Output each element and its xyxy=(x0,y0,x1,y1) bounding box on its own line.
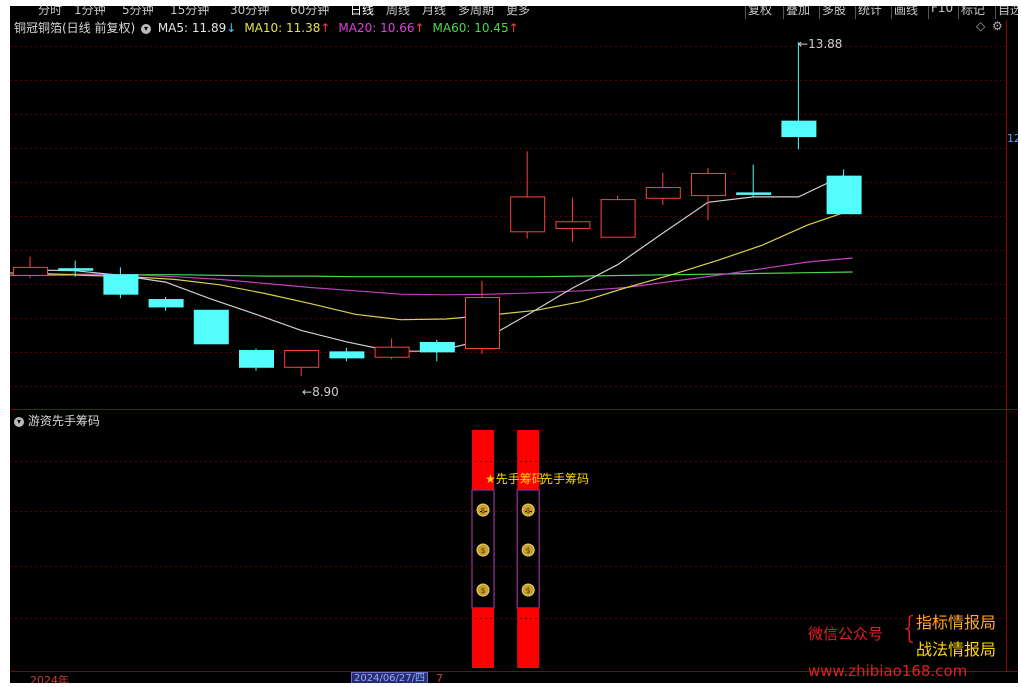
extra-axis-label: 7 xyxy=(436,672,443,683)
candle-up[interactable] xyxy=(691,168,726,221)
candle-down[interactable] xyxy=(239,348,274,371)
high-price-value: 13.88 xyxy=(808,37,843,51)
money-bag-icon-glyph: $ xyxy=(480,546,485,555)
candle-up[interactable] xyxy=(600,195,636,238)
signal-bar[interactable]: $ $ $ xyxy=(471,430,495,668)
chart-canvas: $ $ $ $ $ $ xyxy=(10,20,1018,672)
candle-body xyxy=(284,350,320,368)
candle-body xyxy=(645,187,681,199)
candle-down[interactable] xyxy=(148,296,184,311)
candle-up[interactable] xyxy=(645,172,681,205)
low-price-label: ←8.90 xyxy=(302,385,339,399)
candlesticks xyxy=(13,42,862,376)
moving-average-lines xyxy=(10,174,853,352)
signal-bottom-block xyxy=(472,608,494,668)
candle-body xyxy=(826,175,862,215)
signal-bottom-block xyxy=(517,608,540,668)
candle-body xyxy=(13,266,48,276)
watermark-line2: 战法情报局 xyxy=(916,640,997,659)
price-grid xyxy=(10,46,1006,387)
money-bag-icon-glyph: $ xyxy=(480,506,485,515)
watermark-label: 微信公众号 xyxy=(808,625,884,643)
candle-down[interactable] xyxy=(826,169,862,215)
candle-body xyxy=(600,199,636,238)
date-cursor-label: 2024/06/27/四 xyxy=(351,672,429,683)
ma-legend-item[interactable]: MA10: 11.38 xyxy=(244,21,320,35)
candle-body xyxy=(239,350,274,368)
arrow-up-icon: ↑ xyxy=(414,21,425,35)
candle-body xyxy=(465,297,500,350)
candle-body xyxy=(148,299,184,308)
right-edge-price: 12 xyxy=(1007,132,1018,145)
watermark-url: www.zhibiao168.com xyxy=(808,662,968,680)
candle-body xyxy=(736,192,772,195)
diamond-icon[interactable]: ◇ xyxy=(976,19,985,33)
ma-legend-item[interactable]: MA60: 10.45 xyxy=(433,21,509,35)
money-bag-icon-glyph: $ xyxy=(526,586,531,595)
ma-legend-item[interactable]: MA20: 10.66 xyxy=(338,21,414,35)
arrow-up-icon: ↑ xyxy=(320,21,331,35)
candle-body xyxy=(329,351,365,359)
money-bag-icon-glyph: $ xyxy=(526,546,531,555)
candle-body xyxy=(555,221,591,229)
signal-label-2: 先手筹码 xyxy=(541,472,590,486)
candle-up[interactable] xyxy=(284,350,320,376)
arrow-up-icon: ↑ xyxy=(508,21,519,35)
signal-bar[interactable]: $ $ $ xyxy=(516,430,540,668)
arrow-down-icon: ↓ xyxy=(226,21,237,35)
candle-body xyxy=(419,341,455,353)
candle-down[interactable] xyxy=(103,267,139,299)
signal-bars: $ $ $ $ $ $ xyxy=(471,430,540,668)
candle-up[interactable] xyxy=(13,256,48,279)
ma-legend-item[interactable]: MA5: 11.89 xyxy=(158,21,226,35)
watermark-line1: 指标情报局 xyxy=(916,613,997,632)
money-bag-icon-glyph: $ xyxy=(526,506,531,515)
ma10-line xyxy=(10,209,853,321)
candle-body xyxy=(193,309,229,345)
signal-label: ★先手筹码 xyxy=(485,472,544,486)
low-price-value: 8.90 xyxy=(312,385,339,399)
year-label: 2024年 xyxy=(30,674,69,683)
stock-chart-window: 分时 1分钟 5分钟 15分钟 30分钟 60分钟 日线 周线 月线 多周期 更多 复权 叠加 多股 统计画… xyxy=(10,6,1018,683)
candle-up[interactable] xyxy=(510,151,546,239)
candle-body xyxy=(510,196,546,233)
candle-down[interactable] xyxy=(329,347,365,362)
candle-up[interactable] xyxy=(465,280,500,354)
sub-chart-title[interactable]: 游资先手筹码 xyxy=(28,414,100,428)
candle-body xyxy=(691,172,726,197)
candle-up[interactable] xyxy=(374,338,410,360)
candle-down[interactable] xyxy=(736,164,772,198)
settings-gear-icon[interactable]: ⚙ xyxy=(992,19,1003,33)
candle-up[interactable] xyxy=(555,197,591,242)
ma-legend: ▾ MA5: 11.89↓ MA10: 11.38↑ MA20: 10.66↑ MA6… xyxy=(141,20,519,36)
candle-down[interactable] xyxy=(419,339,455,362)
money-bag-icon-glyph: $ xyxy=(480,586,485,595)
candle-body xyxy=(58,268,94,271)
candle-body xyxy=(374,346,410,358)
candle-down[interactable] xyxy=(781,42,817,150)
sub-chart-collapse-icon[interactable]: ▾ xyxy=(14,416,24,427)
candle-down[interactable] xyxy=(193,309,229,345)
stock-title[interactable]: 铜冠铜箔(日线 前复权) xyxy=(14,20,135,36)
candle-body xyxy=(103,274,139,295)
candle-body xyxy=(781,120,817,138)
ma-collapse-icon[interactable]: ▾ xyxy=(141,23,151,34)
ma5-line xyxy=(29,174,844,352)
sub-chart-header: ▾ 游资先手筹码 xyxy=(14,412,100,429)
high-price-label: ←13.88 xyxy=(798,37,843,51)
